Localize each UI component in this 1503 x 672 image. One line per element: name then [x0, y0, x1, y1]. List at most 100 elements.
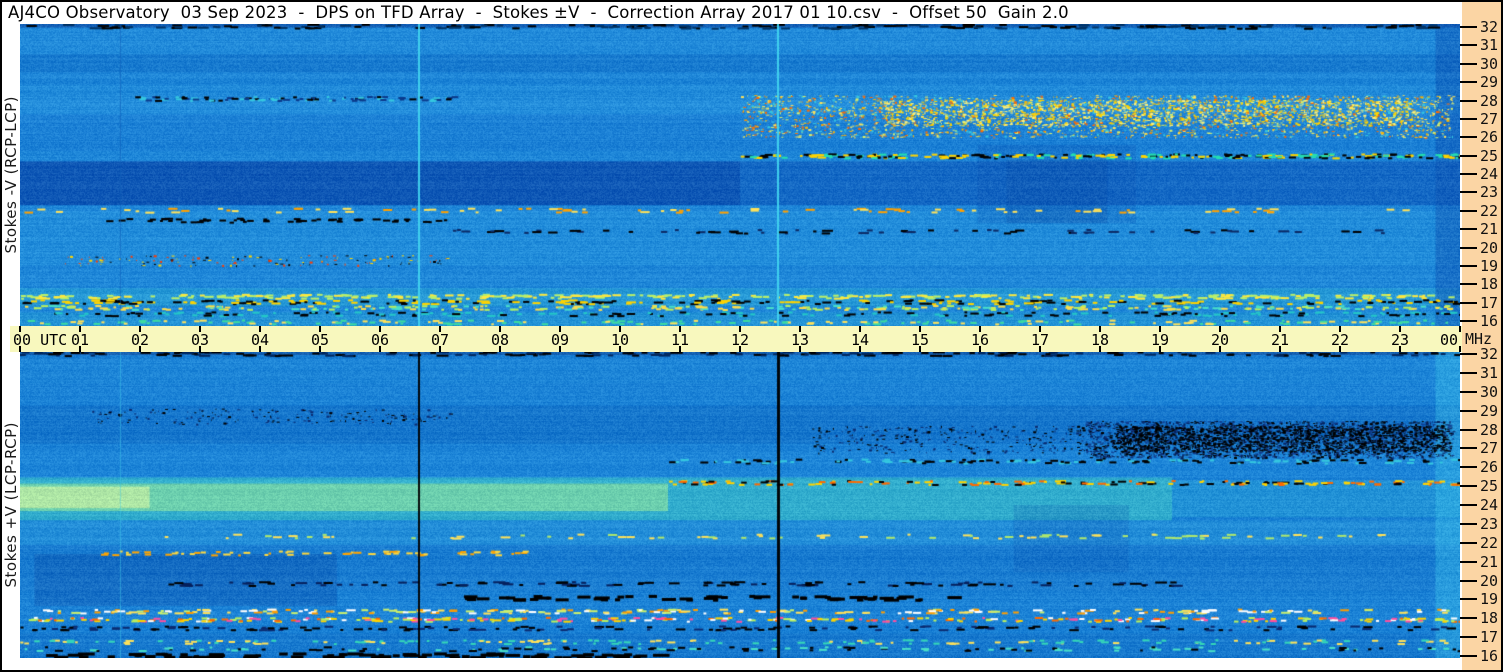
freq-tick	[1458, 655, 1477, 657]
freq-tick	[1458, 504, 1477, 506]
hour-label: 10	[611, 331, 630, 349]
freq-label: 31	[1480, 36, 1499, 55]
hour-label: 15	[911, 331, 930, 349]
hour-label: 21	[1271, 331, 1290, 349]
panel-label-stokes-minus-v: Stokes -V (RCP-LCP)	[2, 24, 20, 326]
hour-label: 00 UTC	[13, 331, 68, 349]
freq-tick	[1458, 560, 1477, 563]
hour-label: 04	[251, 331, 270, 349]
freq-label: 28	[1480, 420, 1499, 439]
hour-label: 20	[1211, 331, 1230, 349]
freq-tick	[1458, 117, 1477, 120]
freq-label: 21	[1480, 220, 1499, 239]
freq-label: 19	[1480, 590, 1499, 609]
freq-label: 28	[1480, 91, 1499, 110]
freq-tick	[1458, 246, 1477, 249]
freq-tick	[1458, 209, 1477, 212]
freq-tick	[1458, 522, 1477, 525]
freq-tick	[1458, 301, 1477, 304]
freq-label: 26	[1480, 458, 1499, 477]
freq-tick	[1458, 191, 1477, 194]
freq-tick	[1458, 44, 1477, 47]
hour-label: 05	[311, 331, 330, 349]
panel-label-text: Stokes +V (LCP-RCP)	[2, 422, 20, 588]
freq-label: 20	[1480, 238, 1499, 257]
frequency-axis-strip: MHz 32 31 30 29 28 27 26 25 24 23 22 21 20 19 18 17 16 32 3…	[1458, 2, 1501, 670]
freq-tick	[1458, 173, 1477, 175]
freq-label: 16	[1480, 312, 1499, 330]
hour-label: 11	[671, 331, 690, 349]
freq-label: 27	[1480, 439, 1499, 458]
freq-tick	[1458, 617, 1477, 620]
plot-title: AJ4CO Observatory 03 Sep 2023 - DPS on T…	[8, 3, 1069, 22]
freq-tick	[1458, 636, 1477, 639]
freq-label: 16	[1480, 647, 1499, 665]
freq-tick	[1458, 447, 1477, 450]
hour-label: 16	[971, 331, 990, 349]
freq-label: 22	[1480, 201, 1499, 220]
freq-tick	[1458, 390, 1477, 393]
freq-label: 27	[1480, 109, 1499, 128]
freq-tick	[1458, 598, 1477, 601]
hour-label: 18	[1091, 331, 1110, 349]
spectrogram-top	[20, 24, 1460, 326]
hour-label: 08	[491, 331, 510, 349]
freq-label: 30	[1480, 382, 1499, 401]
hour-label: 14	[851, 331, 870, 349]
hour-tick	[1459, 326, 1461, 332]
hour-label: 12	[731, 331, 750, 349]
freq-label: 29	[1480, 73, 1499, 92]
time-axis: 00 UTC 01 02 03 04 05 06 07 08 09 10 11 12 13 14 15 16 17…	[10, 326, 1462, 352]
freq-tick	[1458, 579, 1477, 582]
freq-label: 17	[1480, 628, 1499, 647]
freq-label: 29	[1480, 401, 1499, 420]
freq-label: 23	[1480, 514, 1499, 533]
freq-tick	[1458, 154, 1477, 157]
freq-tick	[1458, 264, 1477, 267]
freq-tick	[1458, 81, 1477, 84]
freq-label: 21	[1480, 552, 1499, 571]
hour-label: 22	[1331, 331, 1350, 349]
freq-label: 24	[1480, 165, 1499, 183]
freq-label: 17	[1480, 293, 1499, 312]
freq-label: 32	[1480, 18, 1499, 36]
spectrogram-bottom	[20, 352, 1460, 658]
hour-label: 13	[791, 331, 810, 349]
freq-tick	[1458, 62, 1477, 65]
freq-label: 23	[1480, 183, 1499, 202]
freq-tick	[1458, 136, 1477, 139]
freq-label: 25	[1480, 477, 1499, 496]
app-window: AJ4CO Observatory 03 Sep 2023 - DPS on T…	[0, 0, 1503, 672]
hour-label: 02	[131, 331, 150, 349]
freq-tick	[1458, 466, 1477, 469]
freq-tick	[1458, 320, 1477, 322]
freq-tick	[1458, 99, 1477, 102]
freq-tick	[1458, 485, 1477, 488]
freq-tick	[1458, 371, 1477, 374]
freq-label: 31	[1480, 363, 1499, 382]
freq-label: 18	[1480, 609, 1499, 628]
freq-label: 20	[1480, 571, 1499, 590]
hour-tick	[1459, 346, 1461, 352]
panel-label-text: Stokes -V (RCP-LCP)	[2, 96, 20, 254]
hour-label: 03	[191, 331, 210, 349]
hour-label: 09	[551, 331, 570, 349]
hour-label: 00	[1440, 331, 1459, 349]
hour-label: 01	[71, 331, 90, 349]
hour-label: 06	[371, 331, 390, 349]
freq-tick	[1458, 228, 1477, 231]
hour-label: 07	[431, 331, 450, 349]
freq-tick	[1458, 541, 1477, 544]
freq-label: 18	[1480, 275, 1499, 294]
freq-tick	[1458, 428, 1477, 431]
freq-label: 24	[1480, 496, 1499, 514]
freq-label: 22	[1480, 533, 1499, 552]
freq-label: 19	[1480, 256, 1499, 275]
freq-label: 25	[1480, 146, 1499, 165]
freq-tick	[1458, 26, 1477, 28]
hour-label: 19	[1151, 331, 1170, 349]
freq-tick	[1458, 283, 1477, 286]
freq-label: 32	[1480, 345, 1499, 363]
freq-label: 26	[1480, 128, 1499, 147]
hour-label: 23	[1391, 331, 1410, 349]
